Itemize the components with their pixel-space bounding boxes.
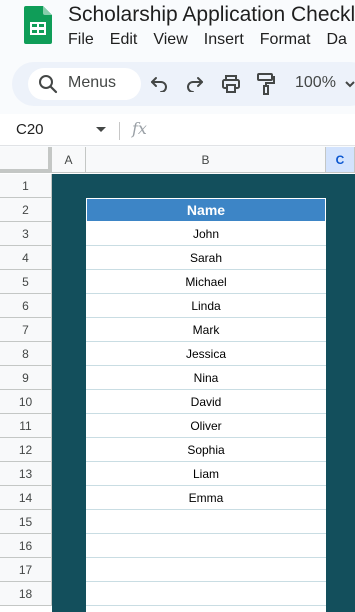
- row-header[interactable]: 9: [0, 366, 52, 390]
- print-icon[interactable]: [221, 74, 241, 94]
- row-header[interactable]: 18: [0, 582, 52, 606]
- select-all-corner[interactable]: [0, 147, 52, 173]
- row-header[interactable]: 10: [0, 390, 52, 414]
- name-cell[interactable]: [86, 558, 326, 582]
- search-icon: [39, 75, 58, 94]
- name-cell[interactable]: David: [86, 390, 326, 414]
- row-header[interactable]: 4: [0, 246, 52, 270]
- sheets-logo-icon[interactable]: [24, 6, 52, 44]
- name-cell[interactable]: Emma: [86, 486, 326, 510]
- name-cell[interactable]: Jessica: [86, 342, 326, 366]
- row-header[interactable]: 17: [0, 558, 52, 582]
- column-header-b[interactable]: B: [86, 147, 326, 173]
- row-header[interactable]: 6: [0, 294, 52, 318]
- row-header[interactable]: 7: [0, 318, 52, 342]
- row-header[interactable]: 1: [0, 174, 52, 198]
- name-cell[interactable]: Oliver: [86, 414, 326, 438]
- name-cell[interactable]: Linda: [86, 294, 326, 318]
- paint-format-icon[interactable]: [256, 72, 276, 96]
- menu-file[interactable]: File: [68, 31, 94, 49]
- menus-label: Menus: [68, 74, 117, 91]
- name-header-cell[interactable]: Name: [86, 198, 326, 222]
- menu-data[interactable]: Da: [326, 31, 346, 49]
- menu-edit[interactable]: Edit: [110, 31, 138, 49]
- name-cell[interactable]: Michael: [86, 270, 326, 294]
- column-header-a[interactable]: A: [52, 147, 86, 173]
- fx-icon: fx: [132, 119, 147, 138]
- row-header[interactable]: 8: [0, 342, 52, 366]
- name-cell[interactable]: Nina: [86, 366, 326, 390]
- name-cell[interactable]: [86, 510, 326, 534]
- name-box-dropdown-icon[interactable]: [96, 127, 106, 132]
- row-header[interactable]: 14: [0, 486, 52, 510]
- name-cell[interactable]: Mark: [86, 318, 326, 342]
- row-header[interactable]: 16: [0, 534, 52, 558]
- row-header[interactable]: 11: [0, 414, 52, 438]
- name-cell[interactable]: Liam: [86, 462, 326, 486]
- name-cell[interactable]: [86, 534, 326, 558]
- row-header[interactable]: 3: [0, 222, 52, 246]
- undo-icon[interactable]: [150, 76, 168, 92]
- name-cell[interactable]: [86, 582, 326, 606]
- redo-icon[interactable]: [186, 76, 204, 92]
- formula-bar: [0, 114, 355, 146]
- document-title[interactable]: Scholarship Application Checklis: [68, 3, 355, 27]
- menu-insert[interactable]: Insert: [204, 31, 244, 49]
- row-header[interactable]: 2: [0, 198, 52, 222]
- name-box[interactable]: C20: [16, 121, 44, 138]
- row-header[interactable]: 12: [0, 438, 52, 462]
- menu-format[interactable]: Format: [260, 31, 311, 49]
- name-cell[interactable]: Sophia: [86, 438, 326, 462]
- row-header[interactable]: 13: [0, 462, 52, 486]
- row-header[interactable]: 15: [0, 510, 52, 534]
- menu-bar: File Edit View Insert Format Da: [68, 31, 355, 49]
- column-header-c[interactable]: C: [326, 147, 355, 173]
- row-header[interactable]: 5: [0, 270, 52, 294]
- menu-view[interactable]: View: [153, 31, 187, 49]
- zoom-level[interactable]: 100%: [295, 74, 336, 92]
- name-cell[interactable]: John: [86, 222, 326, 246]
- chevron-down-icon[interactable]: [345, 80, 355, 88]
- name-cell[interactable]: Sarah: [86, 246, 326, 270]
- formula-divider: [119, 122, 120, 140]
